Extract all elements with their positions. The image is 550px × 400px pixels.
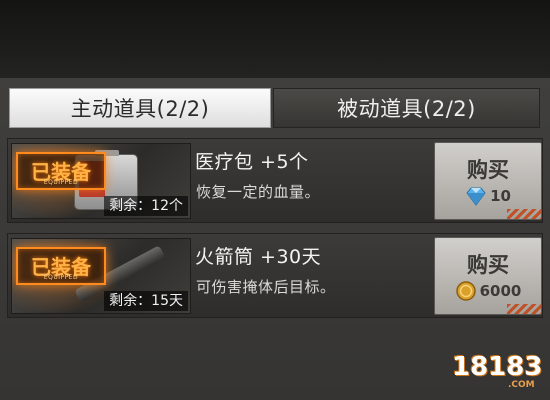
gold-coin-icon [455, 281, 476, 301]
item-thumbnail: 已装备 EQUIPPED 剩余：15天 [11, 238, 191, 314]
item-name: 医疗包 +5个 [195, 151, 309, 173]
buy-button[interactable]: 购买 10 [434, 142, 542, 220]
watermark-text: 18183 [452, 352, 543, 382]
diamond-icon [466, 187, 486, 206]
buy-button-stripe [507, 209, 541, 219]
tab-active-items[interactable]: 主动道具(2/2) [9, 88, 271, 128]
remaining-count: 剩余：15天 [104, 291, 188, 311]
equipped-badge: 已装备 EQUIPPED [16, 247, 106, 285]
equipped-badge-subtext: EQUIPPED [43, 179, 79, 186]
price-value: 10 [490, 187, 511, 205]
equipped-badge: 已装备 EQUIPPED [16, 152, 106, 190]
item-name: 火箭筒 +30天 [195, 246, 322, 268]
tab-passive-items[interactable]: 被动道具(2/2) [273, 88, 540, 128]
buy-button-label: 购买 [467, 253, 509, 277]
buy-button-stripe [507, 304, 541, 314]
price: 10 [435, 185, 541, 207]
tab-active-items-label: 主动道具(2/2) [70, 97, 210, 121]
equipped-badge-subtext: EQUIPPED [43, 274, 79, 281]
buy-button-label: 购买 [467, 158, 509, 182]
item-row-rocket-launcher: 已装备 EQUIPPED 剩余：15天 火箭筒 +30天 可伤害掩体后目标。 购… [7, 233, 543, 318]
item-row-medkit: 已装备 EQUIPPED 剩余：12个 医疗包 +5个 恢复一定的血量。 购买 … [7, 138, 543, 223]
buy-button[interactable]: 购买 6000 [434, 237, 542, 315]
item-description: 恢复一定的血量。 [196, 183, 321, 201]
item-thumbnail: 已装备 EQUIPPED 剩余：12个 [11, 143, 191, 219]
watermark-subtext: .COM [508, 380, 535, 390]
site-watermark-logo: 18183 .COM [452, 352, 544, 392]
item-description: 可伤害掩体后目标。 [196, 278, 336, 296]
remaining-count: 剩余：12个 [104, 196, 188, 216]
price: 6000 [435, 280, 541, 302]
price-value: 6000 [479, 282, 522, 300]
tab-passive-items-label: 被动道具(2/2) [337, 97, 476, 121]
top-bar [0, 0, 550, 78]
